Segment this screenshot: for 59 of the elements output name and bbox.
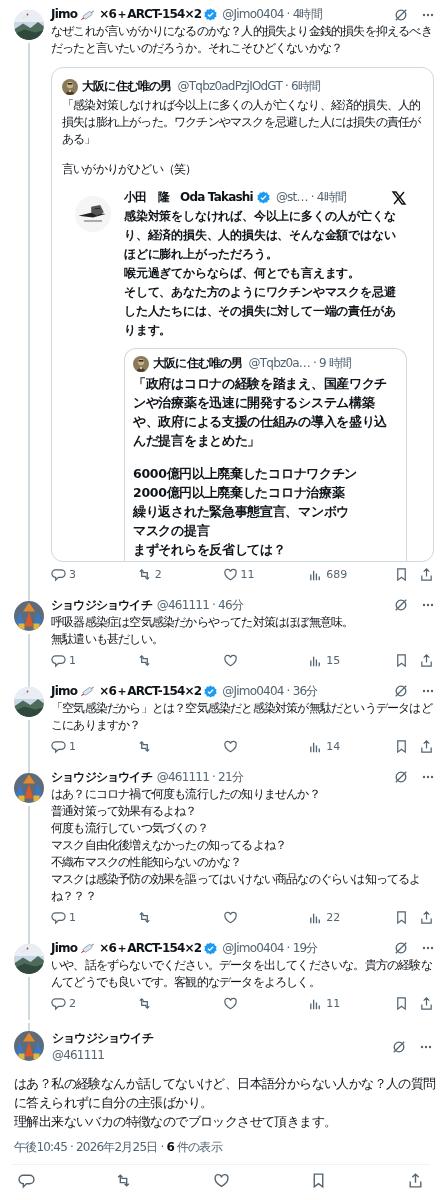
author-name[interactable]: 大阪に住む唯の男 <box>153 355 243 373</box>
post-text: 喉元過ぎてからならば、何とでも言えます。 <box>124 265 361 283</box>
author-name[interactable]: Jimo <box>51 939 78 957</box>
post-text: 不織布マスクの性能知らないのかな？ <box>51 853 243 871</box>
post-timestamp-views: 午後10:45 · 2026年2月25日 · 6 件の表示 <box>13 1138 224 1156</box>
post-text: マスクは感染予防の効果を謳ってはいけない商品なのぐらいは知ってるよね？？？ <box>51 870 422 905</box>
post-text: 2000億円以上廃棄したコロナ治療薬 <box>133 483 346 502</box>
author-name-suffix: ×6＋ARCT-154×2 <box>99 939 202 957</box>
reply-count: 1 <box>69 739 76 756</box>
handle-time[interactable]: @461111 · 21分 <box>156 768 243 786</box>
like-count: 11 <box>240 567 255 584</box>
post-text: 「政府はコロナの経験を踏まえ、国産ワクチンや治療薬を迅速に開発するシステム構築や、政府による支援の仕組みの導入を盛り込んだ提言をまとめた」 <box>133 375 388 451</box>
author-name[interactable]: 小田 隆 Oda Takashi <box>124 188 253 208</box>
reply-count: 1 <box>69 653 76 670</box>
post-text: マスクの提言 <box>133 521 211 540</box>
post-text: なぜこれが言いがかりになるのかな？人的損失より金銭的損失を抑えるべきだったと言いたいのだろうか。それこそひどくないかな？ <box>51 23 433 57</box>
post-text: 理解出来ないバカの特徴なのでブロックさせて頂きます。 <box>14 1112 338 1131</box>
repost-count: 2 <box>154 567 162 584</box>
views-count: 15 <box>326 653 341 670</box>
author-name-suffix: ×6＋ARCT-154×2 <box>99 6 202 23</box>
post-text: 何度も流行していつ気づくの？ <box>51 819 209 837</box>
post-text: まずそれらを反省しては？ <box>133 540 287 559</box>
post-text: 感染対策をしなければ、今以上に多くの人が亡くなり、経済的損失、人的損失は、そんな金額ではないほどに膨れ上がっただろう。 <box>124 208 397 264</box>
post-text: 繰り返された緊急事態宣言、マンボウ <box>133 502 350 521</box>
handle-time[interactable]: @Jimo0404 · 4時間 <box>222 6 322 23</box>
handle-time[interactable]: @Tqbz0a… · 9 時間 <box>248 355 352 373</box>
quoted-post[interactable]: 大阪に住む唯の男 @Tqbz0a… · 9 時間 「政府はコロナの経験を踏まえ、国産ワクチンや治療薬を迅速に開発するシステム構築や、政府による支援の仕組みの導入を盛り込んだ提言をまとめた」 6000億円以上廃棄したコロナワクチン 2000億円以上廃棄したコロナ治療薬 繰り返された緊急事態宣言、マンボウ マスクの提言 まずそれらを反省しては？ <box>124 348 407 561</box>
post-text: はあ？私の経験なんか話してないけど、日本語分からない人かな？人の質問に答えられずに自分の主張ばかり。 <box>14 1074 436 1112</box>
author-name[interactable]: ショウジショウイチ <box>51 768 152 786</box>
author-name[interactable]: ショウジショウイチ <box>51 596 152 614</box>
post-text: 普通対策って効果有るよね？ <box>51 802 198 820</box>
author-name[interactable]: ショウジショウイチ <box>52 1029 153 1047</box>
views-count: 689 <box>326 567 348 584</box>
handle-time[interactable]: @Jimo0404 · 36分 <box>222 682 318 700</box>
handle-time[interactable]: @Tqbz0adPzjIOdGT · 6時間 <box>177 78 321 95</box>
reply-count: 2 <box>69 996 76 1013</box>
reply-count: 3 <box>69 567 76 584</box>
handle-time[interactable]: @Jimo0404 · 19分 <box>222 939 318 957</box>
views-count: 14 <box>326 739 341 756</box>
author-name[interactable]: 大阪に住む唯の男 <box>82 78 172 95</box>
author-name-suffix: ×6＋ARCT-154×2 <box>99 682 202 700</box>
handle[interactable]: @461111 <box>52 1046 153 1064</box>
views-count: 11 <box>326 996 341 1013</box>
post-text: 呼吸器感染症は空気感染だからやってた対策はほぼ無意味。 <box>51 613 355 631</box>
author-name[interactable]: Jimo <box>51 682 78 700</box>
post-text: 「空気感染だから」とは？空気感染だと感染対策が無駄だというデータはどこにありますか？ <box>51 699 434 734</box>
post-text: そして、あなた方のようにワクチンやマスクを忌避した人たちには、その損失に対して一端の責任があります。 <box>124 284 397 340</box>
handle-time[interactable]: @st… · 4時間 <box>275 188 346 208</box>
post-text: いや、話をずらないでください。データを出してくださいな。貴方の経験なんてどうでも良いです。客観的なデータをよろしく。 <box>51 956 433 991</box>
views-count: 22 <box>326 910 341 927</box>
author-name[interactable]: Jimo <box>51 6 78 23</box>
post-text: 言いがかりがひどい（笑） <box>62 161 198 179</box>
post-text: 「感染対策しなければ今以上に多くの人が亡くなり、経済的損失、人的損失は膨れ上がった。ワクチンやマスクを忌避した人には損失の責任がある」 <box>62 97 422 148</box>
handle-time[interactable]: @461111 · 46分 <box>156 596 243 614</box>
post-text: 6000億円以上廃棄したコロナワクチン <box>133 464 359 483</box>
post-text: マスク自由化後増えなかったの知ってるよね？ <box>51 836 288 854</box>
post-text: はあ？にコロナ禍で何度も流行したの知りませんか？ <box>51 785 321 803</box>
reply-count: 1 <box>69 910 76 927</box>
post-text: 無駄遣いも甚だしい。 <box>51 630 164 648</box>
